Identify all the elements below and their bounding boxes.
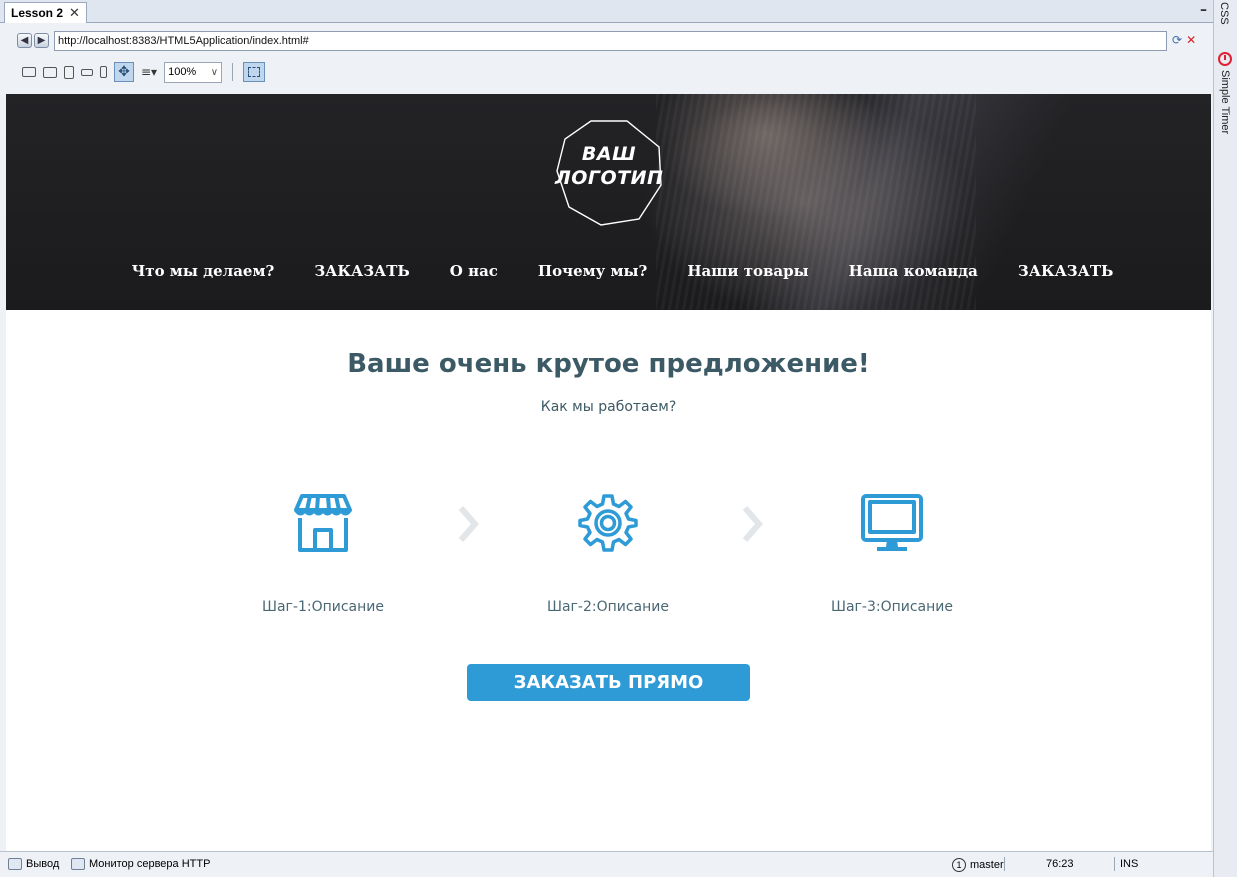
back-button[interactable]: ◀ <box>17 33 32 48</box>
editor-tabbar: Lesson 2 ✕ – <box>0 0 1213 23</box>
step-1-icon-wrap <box>203 492 443 554</box>
http-monitor-label: Монитор сервера HTTP <box>89 858 211 870</box>
offer-title: Ваше очень крутое предложение! <box>347 349 870 379</box>
menu-item-what-we-do[interactable]: Что мы делаем? <box>132 262 275 280</box>
output-label: Вывод <box>26 858 60 870</box>
zoom-value: 100% <box>168 65 197 78</box>
tab-lesson-2[interactable]: Lesson 2 ✕ <box>4 2 87 23</box>
step-3-label: Шаг-3:Описание <box>831 599 953 615</box>
order-now-button[interactable]: ЗАКАЗАТЬ ПРЯМО СЕЙЧАС! <box>467 664 750 730</box>
step-1-label: Шаг-1:Описание <box>262 599 384 615</box>
output-tab[interactable]: Вывод <box>8 858 59 870</box>
page-viewport: ВАШ ЛОГОТИП Что мы делаем? ЗАКАЗАТЬ О на… <box>6 94 1211 851</box>
css-panel-tab[interactable]: CSS <box>1218 2 1230 25</box>
http-monitor-icon <box>71 858 85 870</box>
git-branch-status[interactable]: 1 master <box>952 858 1004 872</box>
fit-to-window-icon[interactable]: ✥ <box>114 62 134 82</box>
output-icon <box>8 858 22 870</box>
forward-button[interactable]: ▶ <box>34 33 49 48</box>
simple-timer-tab[interactable]: Simple Timer <box>1218 52 1232 134</box>
branch-label: master <box>970 859 1004 871</box>
phone-portrait-icon[interactable] <box>100 66 107 78</box>
stop-icon[interactable]: ✕ <box>1186 33 1196 47</box>
zoom-select[interactable]: 100% ∨ <box>164 61 223 83</box>
logo-line-2: ЛОГОТИП <box>555 167 664 189</box>
desktop-view-icon[interactable] <box>22 67 36 77</box>
options-menu-icon[interactable]: ≡▾ <box>141 65 157 79</box>
menu-item-order[interactable]: ЗАКАЗАТЬ <box>314 262 409 280</box>
insert-mode: INS <box>1120 858 1139 870</box>
offer-subtitle: Как мы работаем? <box>540 399 677 415</box>
step-2-label: Шаг-2:Описание <box>547 599 669 615</box>
menu-item-order-2[interactable]: ЗАКАЗАТЬ <box>1018 262 1113 280</box>
menu-item-about[interactable]: О нас <box>450 262 498 280</box>
status-bar: Вывод Монитор сервера HTTP 1 master 76:2… <box>0 851 1213 877</box>
step-3-icon-wrap <box>772 492 1012 554</box>
menu-item-team[interactable]: Наша команда <box>849 262 978 280</box>
store-icon <box>294 494 352 552</box>
status-divider <box>1004 857 1005 871</box>
main-menu: Что мы делаем? ЗАКАЗАТЬ О нас Почему мы?… <box>6 262 1211 280</box>
toolbar-divider <box>232 63 234 81</box>
logo[interactable]: ВАШ ЛОГОТИП <box>555 142 663 190</box>
simple-timer-label: Simple Timer <box>1219 70 1231 135</box>
url-actions: ⟳ ✕ <box>1172 33 1196 47</box>
monitor-icon <box>861 494 923 551</box>
browser-toolbar: ◀ ▶ http://localhost:8383/HTML5Applicati… <box>0 24 1213 94</box>
menu-item-why-us[interactable]: Почему мы? <box>538 262 647 280</box>
notification-badge-icon[interactable]: 1 <box>952 858 966 872</box>
tablet-landscape-icon[interactable] <box>43 66 57 78</box>
cursor-position: 76:23 <box>1046 858 1074 870</box>
http-monitor-tab[interactable]: Монитор сервера HTTP <box>71 858 210 870</box>
right-side-panel: CSS Simple Timer <box>1213 0 1237 877</box>
chevron-right-icon <box>742 506 763 542</box>
status-divider <box>1114 857 1115 871</box>
url-field[interactable]: http://localhost:8383/HTML5Application/i… <box>54 31 1167 51</box>
refresh-icon[interactable]: ⟳ <box>1172 33 1182 47</box>
close-icon[interactable]: ✕ <box>69 5 80 21</box>
inspect-mode-icon[interactable] <box>243 62 266 82</box>
gear-icon <box>578 494 638 552</box>
hero-header: ВАШ ЛОГОТИП Что мы делаем? ЗАКАЗАТЬ О на… <box>6 94 1211 310</box>
logo-line-1: ВАШ <box>581 143 637 165</box>
minimize-button[interactable]: – <box>1200 2 1207 18</box>
chevron-right-icon <box>458 506 479 542</box>
device-toolbar: ✥ ≡▾ 100% ∨ <box>22 61 266 83</box>
phone-landscape-icon[interactable] <box>81 68 93 76</box>
step-2-icon-wrap <box>488 492 728 554</box>
chevron-down-icon: ∨ <box>210 66 219 78</box>
tablet-portrait-icon[interactable] <box>64 65 74 79</box>
menu-item-products[interactable]: Наши товары <box>687 262 808 280</box>
tab-title: Lesson 2 <box>11 6 64 20</box>
timer-icon <box>1218 52 1232 66</box>
